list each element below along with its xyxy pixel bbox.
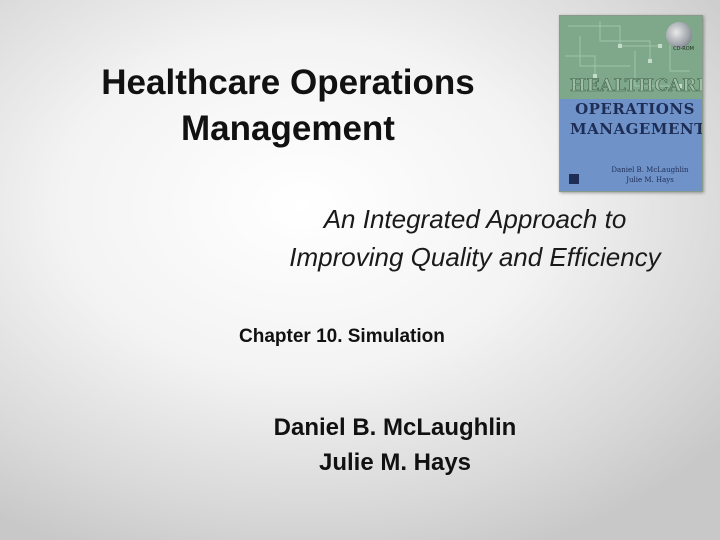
authors-block: Daniel B. McLaughlin Julie M. Hays: [235, 410, 555, 480]
author-1: Daniel B. McLaughlin: [273, 414, 517, 441]
cd-rom-badge-icon: [666, 22, 692, 48]
cover-author-1: Daniel B. McLaughlin: [611, 166, 689, 174]
slide-subtitle: An Integrated Approach to Improving Qual…: [235, 200, 715, 276]
cover-badge-label: CD-ROM: [673, 46, 694, 52]
cover-title-line-3: MANAGEMENT: [570, 120, 703, 138]
cover-title-line-2: OPERATIONS: [575, 100, 695, 118]
slide-title: Healthcare Operations Management: [18, 60, 558, 152]
subtitle-line-2: Improving Quality and Efficiency: [289, 242, 661, 272]
publisher-logo-icon: [569, 174, 579, 184]
cover-author-2: Julie M. Hays: [626, 176, 674, 184]
title-line-1: Healthcare Operations: [101, 63, 475, 102]
author-2: Julie M. Hays: [318, 449, 472, 476]
book-cover-image: CD-ROM HEALTHCARE OPERATIONS MANAGEMENT …: [559, 15, 703, 192]
chapter-heading: Chapter 10. Simulation: [239, 326, 445, 347]
slide: Healthcare Operations Management CD-ROM …: [0, 0, 720, 540]
title-line-2: Management: [181, 109, 395, 148]
subtitle-line-1: An Integrated Approach to: [323, 204, 627, 234]
cover-title-line-1: HEALTHCARE: [570, 76, 703, 97]
